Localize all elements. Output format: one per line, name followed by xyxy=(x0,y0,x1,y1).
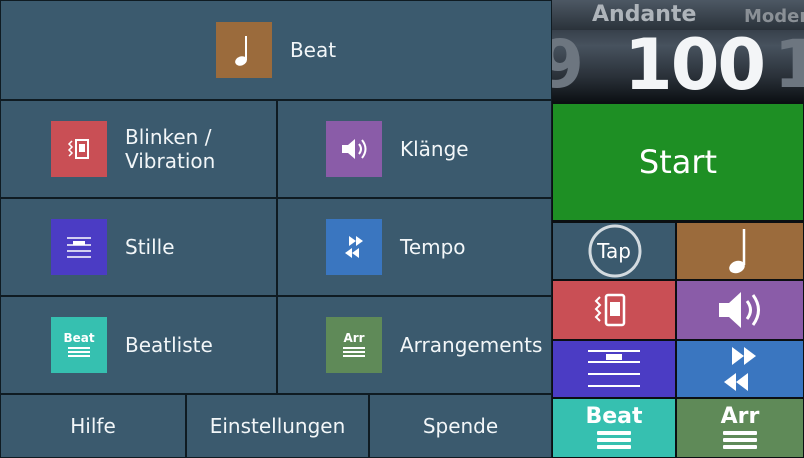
arrangement-icon: Arr xyxy=(343,331,365,345)
donate-label: Spende xyxy=(422,414,499,438)
sounds-menu-item[interactable]: Klänge xyxy=(277,100,552,198)
flash-icon-tile xyxy=(51,121,107,177)
tempo-picker[interactable]: Andante Moder 9 100 1 xyxy=(552,0,804,102)
silence-menu-item[interactable]: Stille xyxy=(0,198,277,296)
tempo-menu-item[interactable]: Tempo xyxy=(277,198,552,296)
flash-label-line1: Blinken / xyxy=(125,125,212,149)
arrangements-quick-button[interactable]: Arr xyxy=(676,398,804,458)
list-lines-icon xyxy=(723,431,757,449)
quarter-note-icon xyxy=(729,229,746,274)
beatlist-quick-button[interactable]: Beat xyxy=(552,398,676,458)
arrangement-icon: Arr xyxy=(720,404,760,429)
tap-label: Tap xyxy=(597,239,631,263)
start-button[interactable]: Start xyxy=(552,103,804,221)
silence-icon-tile xyxy=(51,219,107,275)
vibration-icon xyxy=(594,293,626,327)
flash-vibration-menu-item[interactable]: Blinken / Vibration xyxy=(0,100,277,198)
arrangements-menu-item[interactable]: Arr Arrangements xyxy=(277,296,552,394)
help-button[interactable]: Hilfe xyxy=(0,394,186,458)
fast-forward-rewind-icon xyxy=(345,236,363,258)
sounds-icon-tile xyxy=(326,121,382,177)
beat-quick-button[interactable] xyxy=(676,222,804,280)
quarter-note-icon xyxy=(235,36,247,66)
silence-quick-button[interactable] xyxy=(552,340,676,398)
speaker-icon xyxy=(342,139,367,159)
tempo-label: Tempo xyxy=(400,235,466,259)
sound-quick-button[interactable] xyxy=(676,280,804,340)
flash-quick-button[interactable] xyxy=(552,280,676,340)
beatlist-label: Beatliste xyxy=(125,333,213,357)
beatlist-menu-item[interactable]: Beat Beatliste xyxy=(0,296,277,394)
beat-list-icon: Beat xyxy=(585,404,643,429)
flash-label-line2: Vibration xyxy=(125,149,216,173)
arrangements-icon-tile: Arr xyxy=(326,317,382,373)
bpm-value: 100 xyxy=(624,24,766,102)
help-label: Hilfe xyxy=(70,414,116,438)
list-lines-icon xyxy=(343,347,365,357)
beatlist-icon-tile: Beat xyxy=(51,317,107,373)
beat-menu-item[interactable]: Beat xyxy=(0,0,552,100)
arrangements-label: Arrangements xyxy=(400,333,543,357)
settings-label: Einstellungen xyxy=(209,414,346,438)
silence-label: Stille xyxy=(125,235,175,259)
list-lines-icon xyxy=(68,347,90,357)
prev-bpm-digit: 9 xyxy=(552,26,584,102)
settings-button[interactable]: Einstellungen xyxy=(186,394,369,458)
silence-lines-icon xyxy=(588,350,640,387)
vibration-icon xyxy=(67,139,89,159)
beat-list-icon: Beat xyxy=(63,331,95,345)
tap-button[interactable]: Tap xyxy=(552,222,676,280)
speaker-icon xyxy=(719,292,760,328)
beat-label: Beat xyxy=(289,38,337,62)
list-lines-icon xyxy=(597,431,631,449)
next-bpm-digit: 1 xyxy=(774,26,804,102)
tempo-quick-button[interactable] xyxy=(676,340,804,398)
sounds-label: Klänge xyxy=(400,137,469,161)
silence-lines-icon xyxy=(67,237,91,258)
tempo-icon-tile xyxy=(326,219,382,275)
donate-button[interactable]: Spende xyxy=(369,394,552,458)
beat-icon-tile xyxy=(215,22,272,78)
flash-label: Blinken / Vibration xyxy=(125,125,215,173)
fast-forward-rewind-icon xyxy=(724,347,756,391)
start-label: Start xyxy=(638,143,718,181)
